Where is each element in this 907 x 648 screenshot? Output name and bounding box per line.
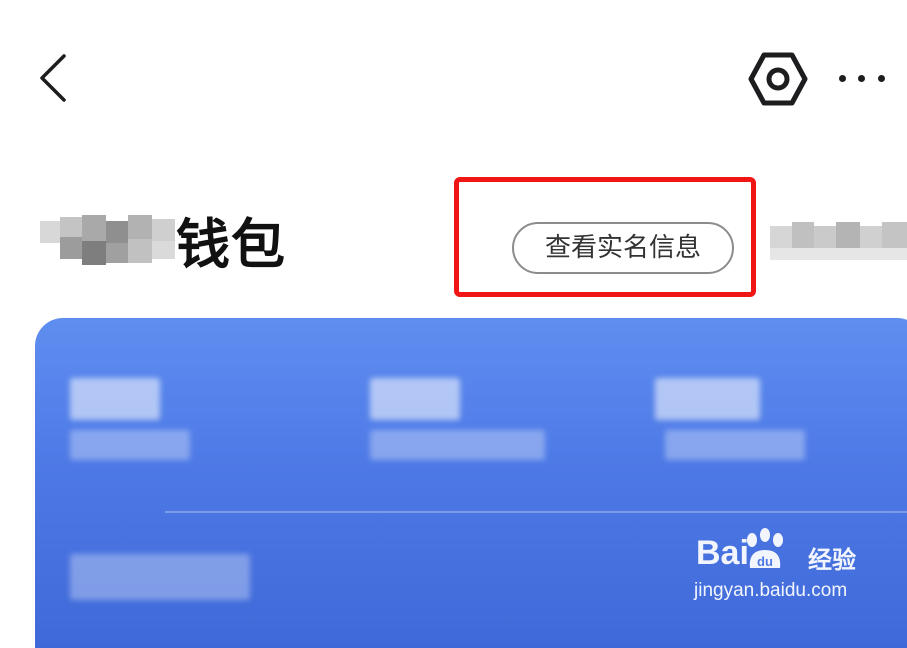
- blurred-footer-text: [70, 554, 250, 600]
- more-dots-icon: [839, 75, 846, 82]
- blurred-username: [40, 215, 175, 265]
- blurred-label: [370, 430, 545, 460]
- watermark-url: jingyan.baidu.com: [694, 580, 848, 601]
- paw-icon: du: [747, 528, 783, 569]
- blurred-value: [70, 378, 160, 420]
- card-divider: [165, 511, 907, 513]
- hexagon-settings-icon: [748, 52, 808, 106]
- blurred-value: [370, 378, 460, 420]
- more-dots-icon: [858, 75, 865, 82]
- page-title: 钱包: [176, 213, 286, 276]
- more-dots-icon: [878, 75, 885, 82]
- blurred-account-text: [770, 222, 907, 260]
- back-button[interactable]: [30, 50, 78, 106]
- more-button[interactable]: [835, 58, 889, 98]
- blurred-label: [665, 430, 805, 460]
- view-realname-info-button[interactable]: 查看实名信息: [512, 222, 734, 274]
- svg-text:du: du: [757, 554, 773, 569]
- blurred-label: [70, 430, 190, 460]
- baidu-watermark: Bai du 经验 jingyan.baidu.com: [690, 528, 900, 608]
- settings-button[interactable]: [748, 50, 808, 108]
- watermark-suffix: 经验: [808, 546, 856, 574]
- blurred-value: [655, 378, 760, 420]
- chevron-left-icon: [40, 54, 66, 102]
